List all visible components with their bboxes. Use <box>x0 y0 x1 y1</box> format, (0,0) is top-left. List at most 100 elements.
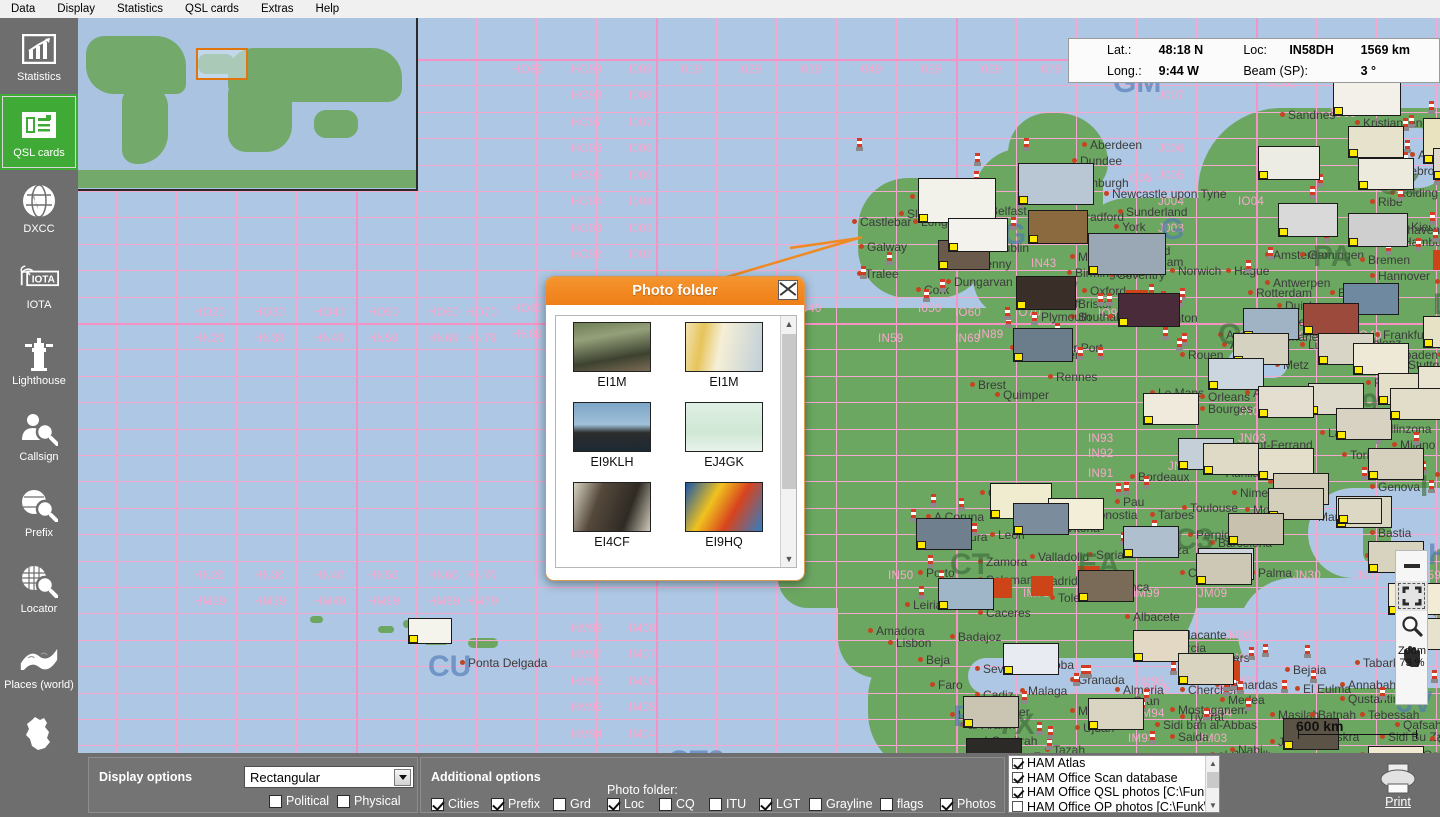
lighthouse-marker[interactable] <box>1115 482 1123 496</box>
lighthouse-marker[interactable] <box>1309 186 1317 200</box>
ham-sources-list[interactable]: HAM Atlas HAM Office Scan database HAM Off… <box>1008 755 1220 813</box>
lighthouse-marker[interactable] <box>1030 312 1038 326</box>
lighthouse-marker[interactable] <box>1046 737 1054 751</box>
lighthouse-marker[interactable] <box>1244 259 1252 273</box>
qsl-photo-marker[interactable] <box>1088 233 1166 275</box>
zoom-fit-button[interactable] <box>1396 581 1427 611</box>
qsl-photo-marker[interactable] <box>1258 146 1320 180</box>
photo-folder-dialog[interactable]: Photo folder EI1M EI1M EI9KLH EJ4GK EI4CF EI9… <box>545 276 805 581</box>
qsl-photo-marker[interactable] <box>1078 570 1134 602</box>
lighthouse-marker[interactable] <box>973 153 981 167</box>
world-overview-map[interactable] <box>78 18 418 191</box>
sidebar-item-prefix[interactable]: Prefix <box>0 474 78 550</box>
lighthouse-marker[interactable] <box>971 522 979 536</box>
checkbox-loc[interactable]: Loc <box>607 797 644 811</box>
ham-scroll-down-icon[interactable]: ▼ <box>1206 798 1219 812</box>
menu-item-qsl-cards[interactable]: QSL cards <box>174 2 250 17</box>
photo-thumbnail-item[interactable]: EI1M <box>558 322 666 402</box>
qsl-photo-marker[interactable] <box>1303 303 1359 335</box>
photo-thumbnail-item[interactable]: EI1M <box>670 322 778 402</box>
qsl-photo-marker[interactable] <box>1338 498 1382 524</box>
checkbox-prefix[interactable]: Prefix <box>491 797 540 811</box>
photo-thumbnail-item[interactable]: EI9KLH <box>558 402 666 482</box>
lighthouse-marker[interactable] <box>1261 644 1269 658</box>
qsl-photo-marker[interactable] <box>1003 643 1059 675</box>
lighthouse-marker[interactable] <box>1085 665 1093 679</box>
qsl-photo-marker[interactable] <box>1028 210 1088 244</box>
ham-source-list-item[interactable]: HAM Office Scan database <box>1009 771 1219 786</box>
lighthouse-marker[interactable] <box>1021 690 1029 704</box>
qsl-photo-marker[interactable] <box>1228 513 1284 545</box>
sidebar-item-iota[interactable]: IOTA IOTA <box>0 246 78 322</box>
ham-source-checkbox[interactable] <box>1012 772 1023 784</box>
qsl-photo-marker[interactable] <box>1018 163 1094 205</box>
dialog-scrollbar[interactable]: ▲ ▼ <box>780 316 796 567</box>
menu-item-statistics[interactable]: Statistics <box>106 2 174 17</box>
checkbox-political-box[interactable] <box>269 794 282 808</box>
checkbox-flags[interactable]: flags <box>880 797 923 811</box>
lighthouse-marker[interactable] <box>1035 722 1043 736</box>
checkbox-cities[interactable]: Cities <box>431 797 479 811</box>
checkbox-physical-box[interactable] <box>337 794 350 808</box>
photo-thumbnail-image[interactable] <box>685 322 763 372</box>
lighthouse-marker[interactable] <box>1304 644 1312 658</box>
lighthouse-marker[interactable] <box>1237 680 1245 694</box>
checkbox-grayline-box[interactable] <box>809 797 822 811</box>
qsl-photo-marker[interactable] <box>1353 343 1409 375</box>
lighthouse-marker[interactable] <box>1076 346 1084 360</box>
lighthouse-marker[interactable] <box>1122 482 1130 496</box>
qsl-photo-marker[interactable] <box>918 178 996 223</box>
menu-item-help[interactable]: Help <box>305 2 351 17</box>
qsl-photo-marker[interactable] <box>1013 328 1073 362</box>
qsl-photo-marker[interactable] <box>1196 553 1252 585</box>
qsl-photo-marker[interactable] <box>1118 293 1180 327</box>
qsl-photo-marker[interactable] <box>1348 126 1404 158</box>
lighthouse-marker[interactable] <box>1202 707 1210 721</box>
checkbox-political[interactable]: Political <box>269 794 329 808</box>
lighthouse-marker[interactable] <box>1010 216 1018 230</box>
sidebar-item-qsl-cards[interactable]: QSL cards <box>0 94 78 170</box>
checkbox-flags-box[interactable] <box>880 797 893 811</box>
qsl-photo-marker[interactable] <box>1178 653 1234 685</box>
qsl-photo-marker[interactable] <box>948 218 1008 252</box>
lighthouse-marker[interactable] <box>1267 247 1275 261</box>
photo-thumbnail-item[interactable]: EI9HQ <box>670 482 778 562</box>
checkbox-lgt-box[interactable] <box>759 797 772 811</box>
chevron-down-icon[interactable] <box>394 769 411 786</box>
qsl-photo-marker[interactable] <box>1258 386 1314 418</box>
menu-item-display[interactable]: Display <box>46 2 106 17</box>
qsl-photo-marker[interactable] <box>1016 276 1076 310</box>
checkbox-photos[interactable]: Photos <box>940 797 996 811</box>
lighthouse-marker[interactable] <box>1149 731 1157 745</box>
checkbox-lgt[interactable]: LGT <box>759 797 800 811</box>
lighthouse-marker[interactable] <box>856 138 864 152</box>
lighthouse-marker[interactable] <box>1072 673 1080 687</box>
photo-thumbnail-image[interactable] <box>685 482 763 532</box>
checkbox-photos-box[interactable] <box>940 797 953 811</box>
sidebar-item-callsign[interactable]: Callsign <box>0 398 78 474</box>
viewport-indicator-rect[interactable] <box>196 48 248 80</box>
scrollbar-thumb[interactable] <box>782 334 796 489</box>
sidebar-item-dxcc[interactable]: DXCC <box>0 170 78 246</box>
lighthouse-marker[interactable] <box>939 279 947 293</box>
qsl-photo-marker[interactable] <box>1088 698 1144 730</box>
lighthouse-marker[interactable] <box>1280 680 1288 694</box>
photo-thumbnail-image[interactable] <box>573 322 651 372</box>
qsl-photo-marker[interactable] <box>1368 448 1424 480</box>
sidebar-item-statistics[interactable]: Statistics <box>0 18 78 94</box>
checkbox-prefix-box[interactable] <box>491 797 504 811</box>
menu-item-extras[interactable]: Extras <box>250 2 305 17</box>
lighthouse-marker[interactable] <box>1245 698 1253 712</box>
checkbox-grd[interactable]: Grd <box>553 797 591 811</box>
lighthouse-marker[interactable] <box>1096 293 1104 307</box>
close-icon[interactable] <box>778 280 798 300</box>
qsl-photo-marker[interactable] <box>1143 393 1199 425</box>
ham-source-list-item[interactable]: HAM Office QSL photos [C:\Funk <box>1009 785 1219 800</box>
projection-select[interactable]: Rectangular <box>244 766 414 788</box>
sidebar-item-locator[interactable]: Locator <box>0 550 78 626</box>
checkbox-cities-box[interactable] <box>431 797 444 811</box>
lighthouse-marker[interactable] <box>1404 139 1412 153</box>
ham-scroll-up-icon[interactable]: ▲ <box>1206 756 1219 770</box>
lighthouse-marker[interactable] <box>1309 669 1317 683</box>
scroll-up-icon[interactable]: ▲ <box>781 316 796 332</box>
